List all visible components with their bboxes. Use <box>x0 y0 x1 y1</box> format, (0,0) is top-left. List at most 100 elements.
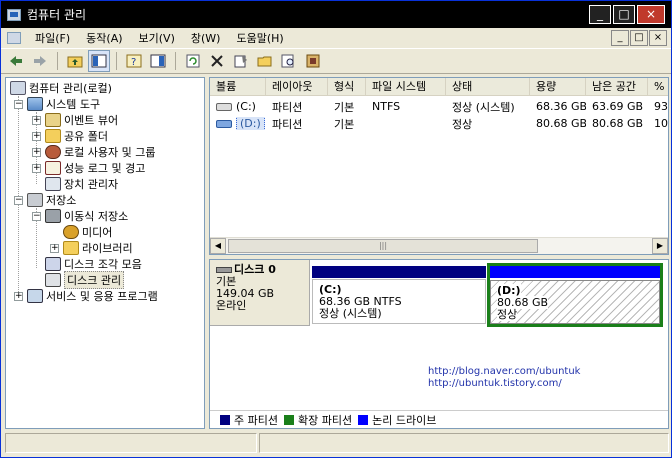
title-bar[interactable]: 컴퓨터 관리 _ □ × <box>1 1 671 28</box>
scroll-left-button[interactable]: ◀ <box>210 238 226 254</box>
computer-management-icon <box>7 8 21 21</box>
tree-node-event-viewer[interactable]: + 이벤트 뷰어 <box>32 112 118 128</box>
menu-file[interactable]: 파일(F) <box>27 30 78 46</box>
partition-legend: 주 파티션 확장 파티션 논리 드라이브 <box>210 410 668 428</box>
toolbar-separator <box>57 52 58 70</box>
scroll-right-button[interactable]: ▶ <box>652 238 668 254</box>
tree-node-removable-storage[interactable]: − 이동식 저장소 <box>32 208 128 224</box>
tree-node-disk-management[interactable]: 디스크 관리 <box>45 271 125 289</box>
toolbar-separator <box>116 52 117 70</box>
expand-icon[interactable]: + <box>32 115 41 125</box>
tree-node-performance-logs[interactable]: + 성능 로그 및 경고 <box>32 160 145 176</box>
partition-c[interactable]: (C:) 68.36 GB NTFS 정상 (시스템) <box>312 266 486 324</box>
tree-node-label: 라이브러리 <box>82 242 133 255</box>
tree-node-library[interactable]: + 라이브러리 <box>50 240 133 256</box>
shared-folder-icon <box>45 129 61 143</box>
scroll-thumb[interactable]: ||| <box>228 239 538 253</box>
tree-node-label: 미디어 <box>82 226 113 239</box>
storage-icon <box>27 193 43 207</box>
volume-icon <box>216 120 232 128</box>
volume-cell: (D:) <box>210 117 266 130</box>
free-space-cell: 63.69 GB <box>592 100 644 113</box>
show-hide-tree-icon[interactable] <box>88 50 110 72</box>
tree-node-services-applications[interactable]: + 서비스 및 응용 프로그램 <box>14 288 158 304</box>
legend-swatch-logical <box>358 414 369 425</box>
disk-0-info[interactable]: 디스크 0 기본 149.04 GB 온라인 <box>210 260 310 326</box>
system-tools-icon <box>27 97 43 111</box>
tree-node-shared-folders[interactable]: + 공유 폴더 <box>32 128 108 144</box>
tree-node-local-users[interactable]: + 로컬 사용자 및 그룹 <box>32 144 155 160</box>
column-header-free-space[interactable]: 남은 공간 <box>586 78 648 96</box>
status-panel <box>259 433 669 453</box>
tree-node-media[interactable]: 미디어 <box>63 224 112 240</box>
tree-node-storage[interactable]: − 저장소 <box>14 192 76 208</box>
expand-icon[interactable]: + <box>32 131 41 141</box>
volume-cell: (C:) <box>210 100 266 113</box>
column-header-type[interactable]: 형식 <box>328 78 366 96</box>
tree-node-label: 장치 관리자 <box>64 178 119 191</box>
legend-label: 확장 파티션 <box>297 413 353 427</box>
delete-icon[interactable] <box>206 50 228 72</box>
tree-node-label: 공유 폴더 <box>64 130 108 143</box>
column-header-free-percent[interactable]: % <box>648 78 668 96</box>
mdi-close-button[interactable]: × <box>649 30 667 46</box>
status-panel <box>5 433 257 453</box>
disk-graphical-view: 디스크 0 기본 149.04 GB 온라인 (C:) 68.36 GB NTF… <box>209 259 669 429</box>
collapse-icon[interactable]: − <box>14 195 23 205</box>
tree-node-system-tools[interactable]: − 시스템 도구 <box>14 96 100 112</box>
folder-icon <box>63 241 79 255</box>
console-icon[interactable] <box>147 50 169 72</box>
back-arrow-icon[interactable] <box>5 50 27 72</box>
close-button[interactable]: × <box>637 5 665 24</box>
menu-window[interactable]: 창(W) <box>183 30 229 46</box>
tree-node-label: 이동식 저장소 <box>64 210 129 223</box>
open-folder-icon[interactable] <box>254 50 276 72</box>
disk-management-icon <box>45 273 61 287</box>
mdi-system-menu-icon[interactable] <box>7 32 21 44</box>
tree-node-label: 디스크 조각 모음 <box>64 258 142 271</box>
disk-icon <box>216 267 232 273</box>
defragmenter-icon <box>45 257 61 271</box>
tree-node-computer-management[interactable]: 컴퓨터 관리(로컬) <box>10 80 112 96</box>
tree-node-device-manager[interactable]: 장치 관리자 <box>45 176 118 192</box>
maximize-button[interactable]: □ <box>613 5 635 24</box>
column-header-file-system[interactable]: 파일 시스템 <box>366 78 446 96</box>
column-header-status[interactable]: 상태 <box>446 78 530 96</box>
menu-bar: 파일(F) 동작(A) 보기(V) 창(W) 도움말(H) _ □ × <box>1 28 671 48</box>
minimize-button[interactable]: _ <box>589 5 611 24</box>
window-controls: _ □ × <box>589 5 665 24</box>
mdi-minimize-button[interactable]: _ <box>611 30 629 46</box>
refresh-icon[interactable] <box>182 50 204 72</box>
properties-icon[interactable] <box>230 50 252 72</box>
tree-node-disk-defragmenter[interactable]: 디스크 조각 모음 <box>45 256 142 272</box>
tree-node-label: 성능 로그 및 경고 <box>64 162 146 175</box>
expand-icon[interactable]: + <box>14 291 23 301</box>
tree-node-label: 컴퓨터 관리(로컬) <box>29 82 112 95</box>
menu-help[interactable]: 도움말(H) <box>228 30 291 46</box>
search-icon[interactable] <box>278 50 300 72</box>
menu-action[interactable]: 동작(A) <box>78 30 130 46</box>
up-folder-icon[interactable] <box>64 50 86 72</box>
expand-icon[interactable]: + <box>50 243 59 253</box>
tree-node-label: 로컬 사용자 및 그룹 <box>64 146 156 159</box>
help-icon[interactable]: ? <box>123 50 145 72</box>
partition-status: 정상 (시스템) <box>319 307 382 320</box>
forward-arrow-icon[interactable] <box>29 50 51 72</box>
horizontal-scrollbar[interactable]: ◀ ||| ▶ <box>210 237 668 254</box>
column-header-volume[interactable]: 볼륨 <box>210 78 266 96</box>
tree-node-label: 이벤트 뷰어 <box>64 114 119 127</box>
mdi-restore-button[interactable]: □ <box>630 30 648 46</box>
collapse-icon[interactable]: − <box>14 99 23 109</box>
table-row[interactable]: (D:) 파티션 기본 정상 80.68 GB 80.68 GB 10 <box>210 115 668 132</box>
services-icon <box>27 289 43 303</box>
menu-view[interactable]: 보기(V) <box>131 30 183 46</box>
settings-icon[interactable] <box>302 50 324 72</box>
partition-size: 80.68 GB <box>497 296 549 309</box>
expand-icon[interactable]: + <box>32 163 41 173</box>
table-row[interactable]: (C:) 파티션 기본 NTFS 정상 (시스템) 68.36 GB 63.69… <box>210 98 668 115</box>
collapse-icon[interactable]: − <box>32 211 41 221</box>
column-header-layout[interactable]: 레이아웃 <box>266 78 328 96</box>
column-header-capacity[interactable]: 용량 <box>530 78 586 96</box>
expand-icon[interactable]: + <box>32 147 41 157</box>
partition-d[interactable]: (D:) 80.68 GB 정상 <box>487 263 663 327</box>
